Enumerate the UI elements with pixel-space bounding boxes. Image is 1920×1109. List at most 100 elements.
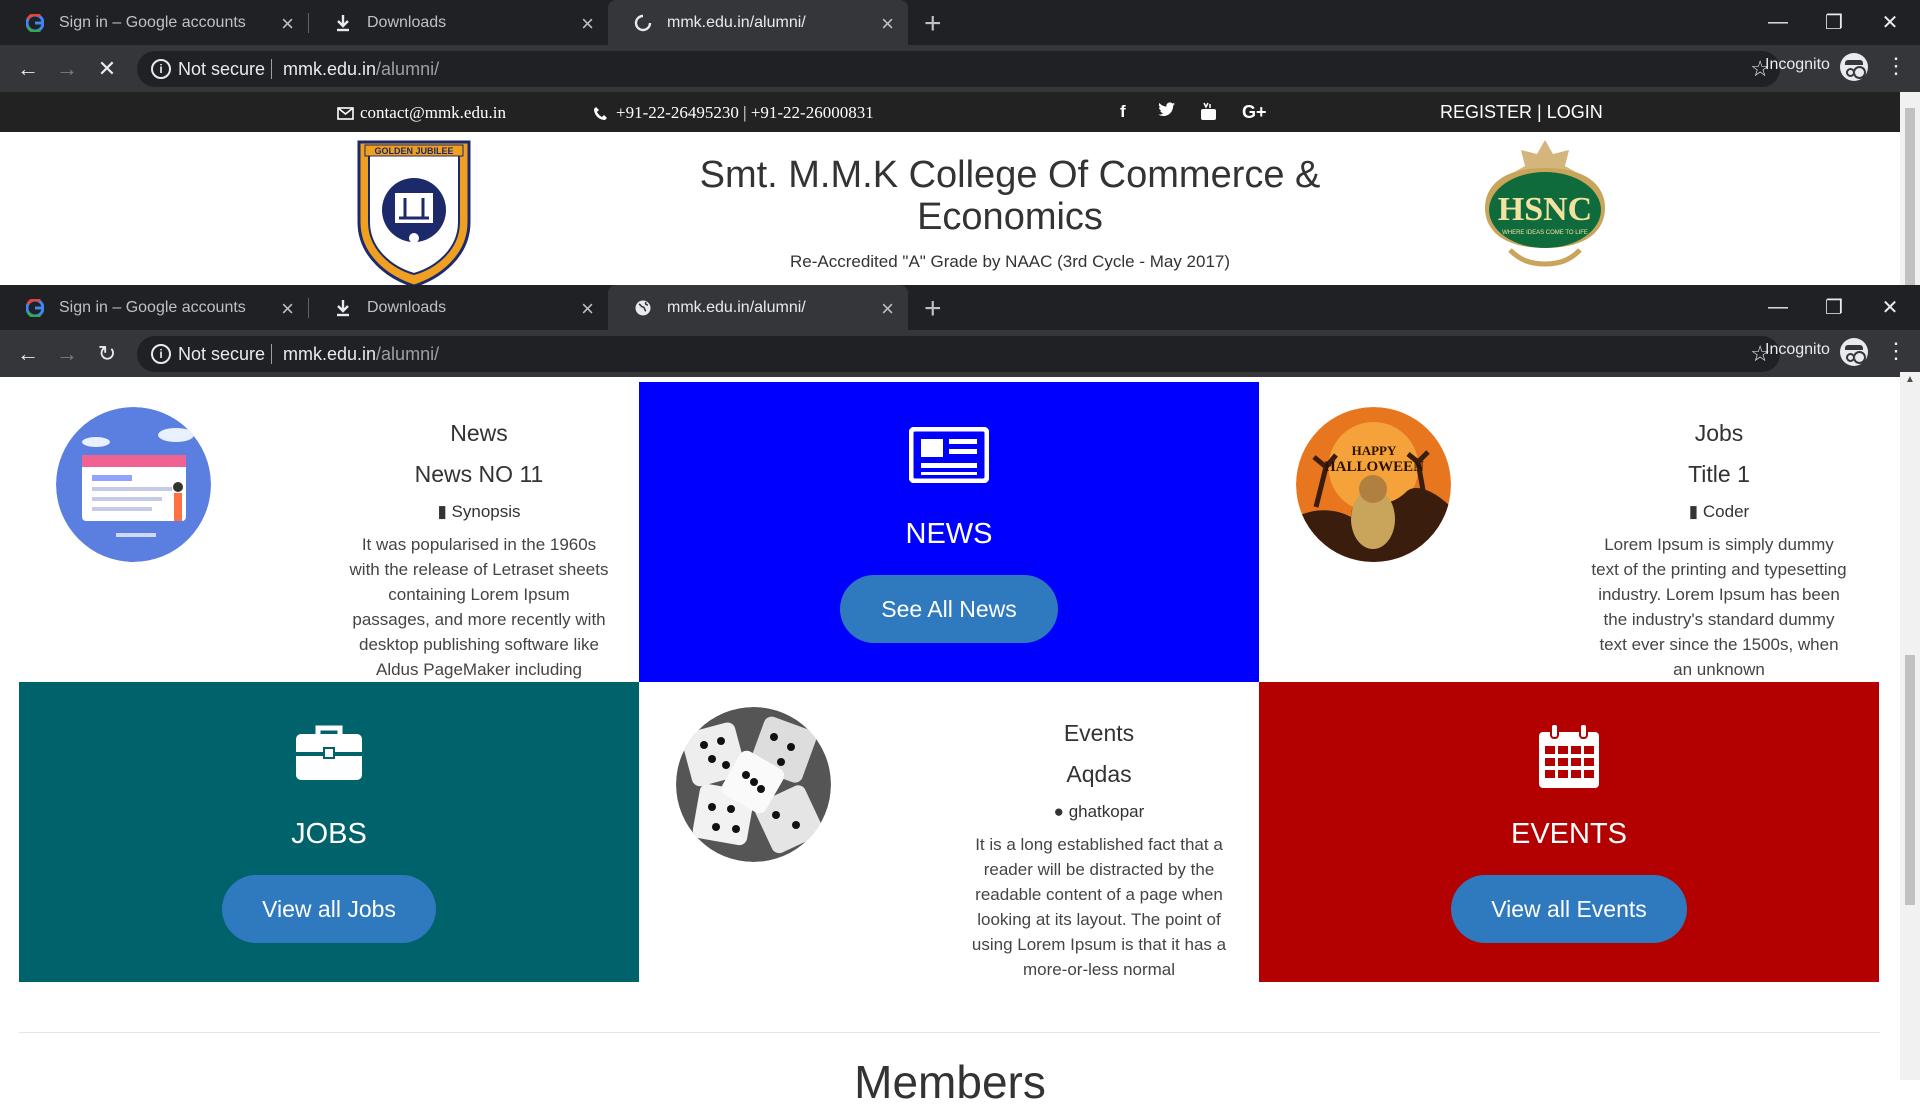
events-description: It is a long established fact that a rea…: [971, 835, 1227, 979]
tab-title: Sign in – Google accounts: [59, 13, 246, 31]
browser-toolbar: ← → ↻ i Not secure mmk.edu.in/alumni/ ☆ …: [0, 330, 1920, 377]
menu-kebab-icon[interactable]: ⋮: [1885, 338, 1907, 364]
members-heading: Members: [854, 1056, 1046, 1108]
google-plus-icon[interactable]: G+: [1242, 102, 1267, 123]
google-icon: [25, 298, 45, 318]
forward-icon[interactable]: →: [52, 339, 82, 369]
scrollbar-bottom[interactable]: ▲: [1900, 372, 1920, 1080]
see-all-news-button[interactable]: See All News: [840, 575, 1058, 643]
events-feature-panel: EVENTS View all Events: [1259, 682, 1879, 982]
hsnc-logo[interactable]: HSNC WHERE IDEAS COME TO LIFE: [1470, 138, 1620, 278]
jobs-meta-text: Coder: [1702, 502, 1750, 521]
events-meta: ● ghatkopar: [969, 802, 1229, 822]
jobs-category: Jobs: [1694, 420, 1744, 446]
tab-downloads[interactable]: Downloads ×: [308, 285, 608, 330]
close-window-icon[interactable]: ✕: [1862, 0, 1918, 45]
menu-kebab-icon[interactable]: ⋮: [1885, 53, 1907, 79]
college-name: Smt. M.M.K College Of Commerce & Economi…: [699, 154, 1321, 238]
forward-icon[interactable]: →: [52, 54, 82, 84]
new-tab-icon[interactable]: +: [924, 292, 942, 326]
close-tab-icon[interactable]: ×: [581, 296, 594, 322]
minimize-icon[interactable]: —: [1750, 285, 1806, 330]
halloween-image: HAPPY HALLOWEEN: [1296, 407, 1451, 562]
facebook-icon[interactable]: f: [1120, 102, 1126, 122]
minimize-icon[interactable]: —: [1750, 0, 1806, 45]
close-tab-icon[interactable]: ×: [581, 11, 594, 37]
jobs-description: Lorem Ipsum is simply dummy text of the …: [1591, 535, 1847, 679]
tab-strip: Sign in – Google accounts × Downloads × …: [0, 285, 1920, 330]
svg-text:HALLOWEEN: HALLOWEEN: [1324, 459, 1424, 475]
address-bar[interactable]: i Not secure mmk.edu.in/alumni/ ☆: [137, 51, 1780, 87]
dice-image: [676, 707, 831, 862]
news-title[interactable]: News NO 11: [349, 461, 609, 488]
address-bar[interactable]: i Not secure mmk.edu.in/alumni/ ☆: [137, 336, 1780, 372]
reload-icon[interactable]: ↻: [92, 339, 122, 369]
scrollbar-top[interactable]: [1900, 92, 1920, 285]
info-icon[interactable]: i: [151, 59, 171, 79]
stop-loading-icon[interactable]: ✕: [92, 54, 122, 84]
new-tab-icon[interactable]: +: [924, 7, 942, 41]
phone-text: +91-22-26495230 | +91-22-26000831: [616, 103, 874, 122]
email-text: contact@mmk.edu.in: [360, 103, 506, 122]
browser-window-bottom: Sign in – Google accounts × Downloads × …: [0, 285, 1920, 377]
tab-title: Downloads: [367, 298, 447, 316]
events-title[interactable]: Aqdas: [969, 761, 1229, 788]
tab-alumni[interactable]: mmk.edu.in/alumni/ ×: [608, 0, 908, 45]
section-divider: [19, 1032, 1880, 1033]
close-tab-icon[interactable]: ×: [881, 296, 894, 322]
news-card[interactable]: News News NO 11 ▮ Synopsis It was popula…: [19, 382, 639, 682]
scroll-up-arrow-icon[interactable]: ▲: [1905, 374, 1915, 385]
restore-icon[interactable]: ❐: [1806, 0, 1862, 45]
back-icon[interactable]: ←: [13, 54, 43, 84]
url-host: mmk.edu.in: [283, 59, 377, 79]
close-tab-icon[interactable]: ×: [281, 11, 294, 37]
close-tab-icon[interactable]: ×: [281, 296, 294, 322]
close-window-icon[interactable]: ✕: [1862, 285, 1918, 330]
tab-title: Sign in – Google accounts: [59, 298, 246, 316]
jobs-title[interactable]: Title 1: [1589, 461, 1849, 488]
phone-icon: [594, 106, 607, 120]
not-secure-label: Not secure: [178, 344, 266, 364]
alumni-grid: News News NO 11 ▮ Synopsis It was popula…: [19, 382, 1880, 982]
calendar-icon: [1539, 724, 1599, 788]
close-tab-icon[interactable]: ×: [881, 11, 894, 37]
globe-icon: [633, 298, 653, 318]
college-crest-logo[interactable]: GOLDEN JUBILEE: [355, 138, 473, 285]
news-feature-panel: NEWS See All News: [639, 382, 1259, 682]
email-contact[interactable]: contact@mmk.edu.in: [337, 103, 506, 123]
map-marker-icon: ●: [1053, 802, 1064, 821]
download-icon: [333, 298, 353, 318]
view-all-jobs-button[interactable]: View all Jobs: [222, 875, 436, 943]
scrollbar-thumb[interactable]: [1905, 108, 1915, 285]
register-login-link[interactable]: REGISTER | LOGIN: [1440, 102, 1603, 123]
jobs-meta: ▮ Coder: [1589, 502, 1849, 522]
download-icon: [333, 13, 353, 33]
events-card[interactable]: Events Aqdas ● ghatkopar It is a long es…: [639, 682, 1259, 982]
url-path: /alumni/: [376, 344, 440, 364]
tab-google-signin[interactable]: Sign in – Google accounts ×: [0, 285, 309, 330]
tab-alumni[interactable]: mmk.edu.in/alumni/ ×: [608, 285, 908, 330]
accreditation-text: Re-Accredited "A" Grade by NAAC (3rd Cyc…: [789, 252, 1231, 271]
scrollbar-thumb[interactable]: [1905, 655, 1915, 905]
address-divider: [271, 59, 272, 79]
youtube-icon[interactable]: [1200, 102, 1217, 126]
tab-title: Downloads: [367, 13, 447, 31]
info-icon[interactable]: i: [151, 344, 171, 364]
back-icon[interactable]: ←: [13, 339, 43, 369]
jobs-card[interactable]: HAPPY HALLOWEEN Jobs Title 1 ▮ Coder Lor…: [1259, 382, 1879, 682]
events-feature-label: EVENTS: [1510, 818, 1628, 850]
restore-icon[interactable]: ❐: [1806, 285, 1862, 330]
site-header: GOLDEN JUBILEE Smt. M.M.K College Of Com…: [0, 132, 1900, 285]
tab-google-signin[interactable]: Sign in – Google accounts ×: [0, 0, 309, 45]
incognito-icon[interactable]: [1840, 53, 1868, 81]
tab-downloads[interactable]: Downloads ×: [308, 0, 608, 45]
svg-text:HAPPY: HAPPY: [1352, 443, 1397, 458]
phone-contact: +91-22-26495230 | +91-22-26000831: [593, 103, 874, 123]
news-image: [56, 407, 211, 562]
loading-spinner-icon: [633, 13, 653, 33]
envelope-icon: [337, 106, 354, 120]
jobs-feature-panel: JOBS View all Jobs: [19, 682, 639, 982]
view-all-events-button[interactable]: View all Events: [1451, 875, 1687, 943]
twitter-icon[interactable]: [1158, 102, 1176, 122]
incognito-icon[interactable]: [1840, 338, 1868, 366]
